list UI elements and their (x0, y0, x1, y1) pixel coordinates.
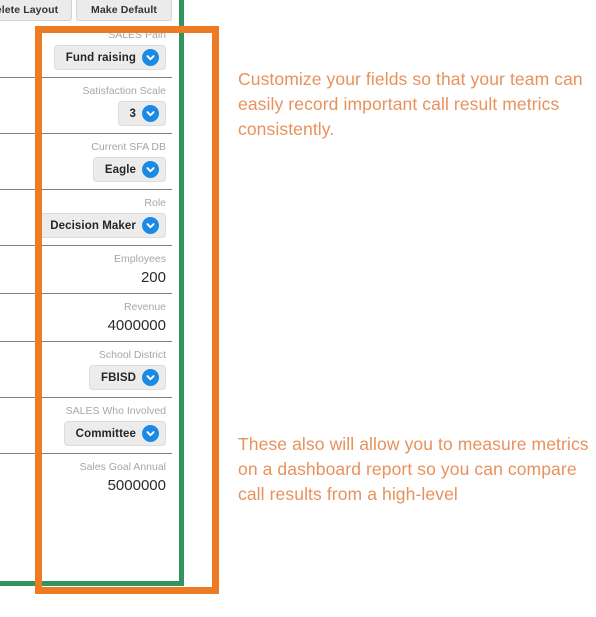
dropdown-satisfaction-scale[interactable]: 3 (117, 101, 166, 126)
field-value: 4000000 (0, 317, 168, 334)
make-default-button[interactable]: Make Default (76, 0, 172, 21)
field-value: FBISD (0, 365, 168, 390)
field-label: Sales Goal Annual (79, 461, 166, 473)
layout-toolbar: elete Layout Make Default (0, 0, 190, 22)
dropdown-current-sfa-db[interactable]: Eagle (92, 157, 166, 182)
field-label: SALES Who Involved (65, 405, 166, 417)
chevron-down-icon[interactable] (142, 105, 159, 122)
dropdown-school-district[interactable]: FBISD (89, 365, 166, 390)
field-label: School District (98, 349, 166, 361)
field-row: Role Decision Maker (0, 190, 172, 246)
field-row: SALES Pain Fund raising (0, 22, 172, 78)
field-label: SALES Pain (108, 29, 166, 41)
field-row: Satisfaction Scale 3 (0, 78, 172, 134)
field-label: Revenue (123, 301, 166, 313)
field-label: Satisfaction Scale (82, 85, 166, 97)
field-value: Eagle (0, 157, 168, 182)
field-value: 200 (0, 269, 168, 286)
field-label: Employees (114, 253, 166, 265)
field-value: 3 (0, 101, 168, 126)
callout-text-top: Customize your fields so that your team … (238, 69, 583, 139)
dropdown-sales-who-involved[interactable]: Committee (63, 421, 166, 446)
delete-layout-button[interactable]: elete Layout (0, 0, 72, 21)
dropdown-selected-value: Decision Maker (50, 219, 136, 232)
field-row: Revenue 4000000 (0, 294, 172, 342)
field-value-text[interactable]: 4000000 (108, 317, 166, 334)
chevron-down-icon[interactable] (142, 217, 159, 234)
dropdown-selected-value: FBISD (101, 371, 136, 384)
callout-text-bottom: These also will allow you to measure met… (238, 434, 589, 504)
dropdown-selected-value: Committee (75, 427, 136, 440)
chevron-down-icon[interactable] (142, 161, 159, 178)
field-value: Fund raising (0, 45, 168, 70)
record-detail-field-panel: SALES Pain Fund raising Satisfaction Scale… (0, 22, 172, 501)
field-value: Decision Maker (0, 213, 168, 238)
dropdown-selected-value: Fund raising (65, 51, 136, 64)
field-label: Role (144, 197, 166, 209)
field-value-text[interactable]: 200 (141, 269, 166, 286)
field-value: Committee (0, 421, 168, 446)
chevron-down-icon[interactable] (142, 369, 159, 386)
dropdown-sales-pain[interactable]: Fund raising (53, 45, 166, 70)
field-row: Employees 200 (0, 246, 172, 294)
field-row: Current SFA DB Eagle (0, 134, 172, 190)
field-row: School District FBISD (0, 342, 172, 398)
field-row: Sales Goal Annual 5000000 (0, 454, 172, 501)
dropdown-selected-value: Eagle (104, 163, 136, 176)
field-value-text[interactable]: 5000000 (108, 477, 166, 494)
field-row: SALES Who Involved Committee (0, 398, 172, 454)
dropdown-role[interactable]: Decision Maker (38, 213, 166, 238)
dropdown-selected-value: 3 (129, 107, 136, 120)
chevron-down-icon[interactable] (142, 425, 159, 442)
chevron-down-icon[interactable] (142, 49, 159, 66)
field-value: 5000000 (0, 477, 168, 494)
field-label: Current SFA DB (91, 141, 166, 153)
